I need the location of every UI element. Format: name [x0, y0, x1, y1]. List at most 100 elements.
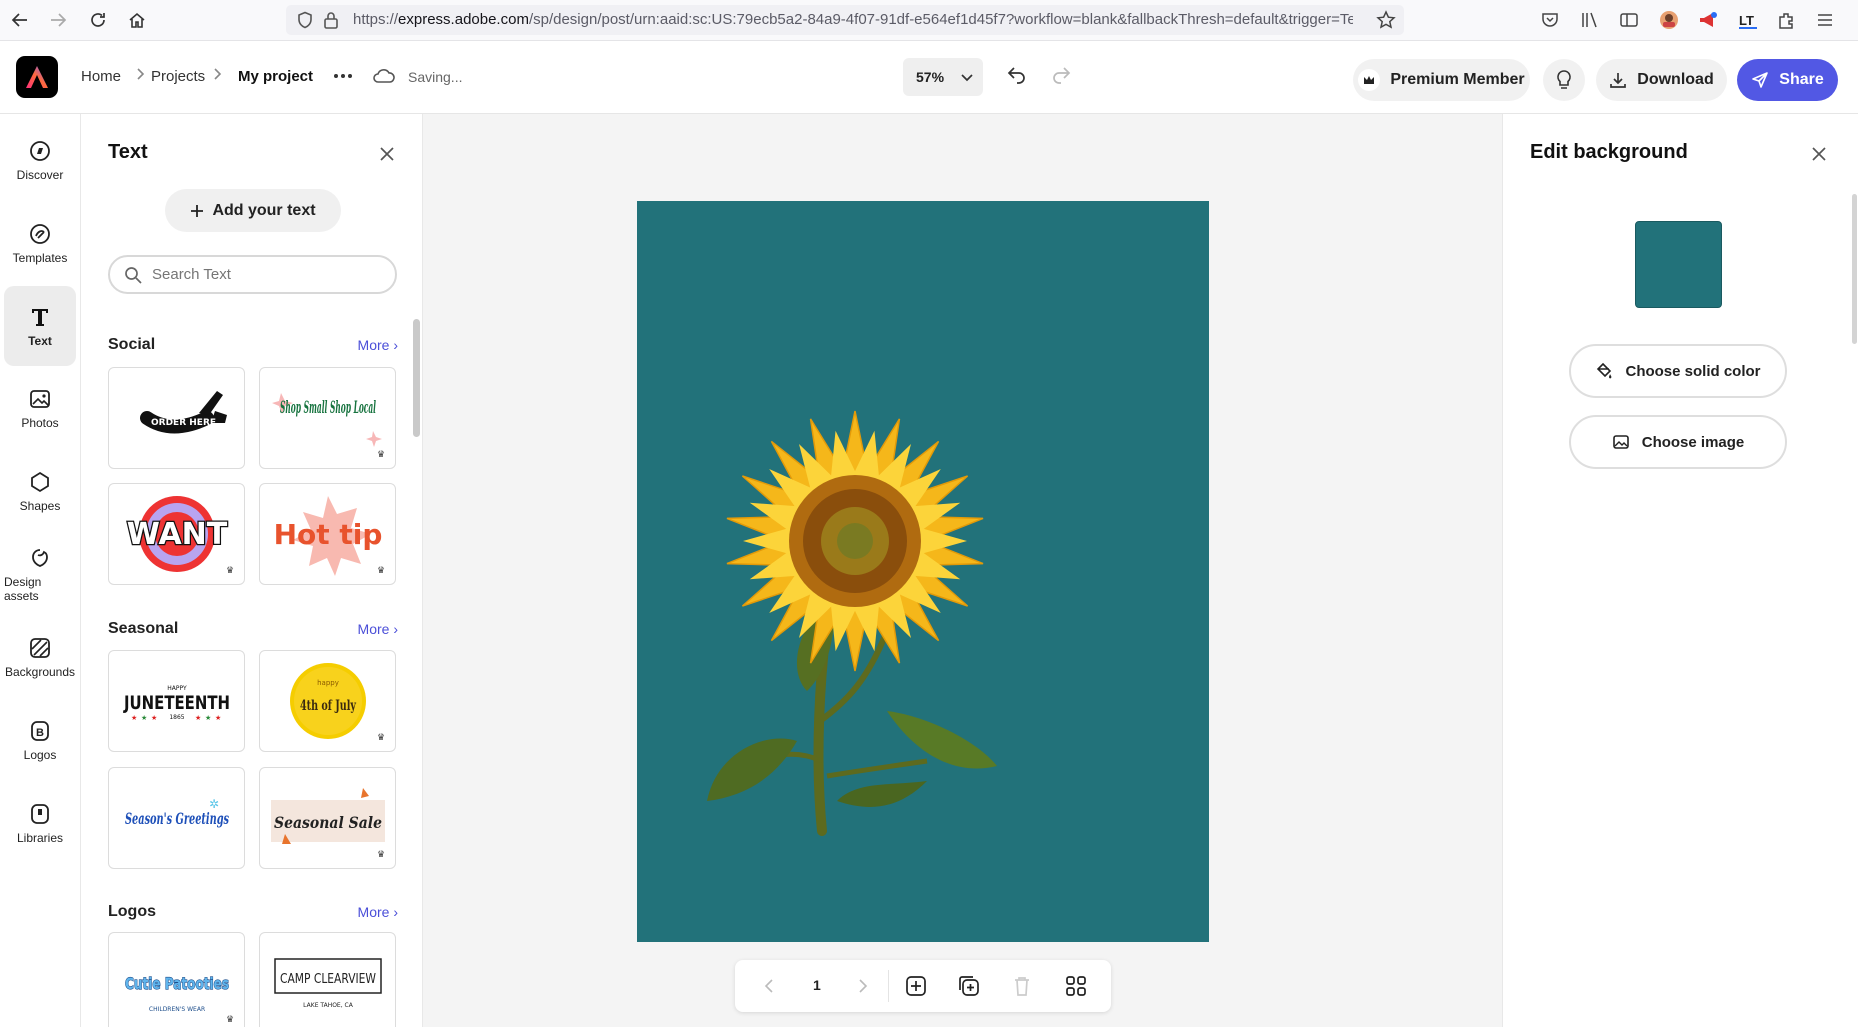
- rail-label: Text: [28, 333, 52, 348]
- panel-scrollbar[interactable]: [413, 319, 420, 437]
- text-style-tile[interactable]: WANT ♛: [108, 483, 245, 585]
- languagetool-icon[interactable]: LT: [1737, 9, 1759, 31]
- add-text-button[interactable]: Add your text: [165, 189, 341, 232]
- choose-solid-color-button[interactable]: Choose solid color: [1569, 344, 1787, 398]
- right-panel-title: Edit background: [1530, 141, 1688, 163]
- chevron-right-icon: [133, 66, 147, 82]
- sunflower-image[interactable]: [637, 201, 1209, 942]
- delete-page-icon[interactable]: [1012, 975, 1032, 997]
- lightbulb-button[interactable]: [1543, 59, 1585, 101]
- tile-text: CAMP CLEARVIEW: [280, 972, 376, 987]
- megaphone-icon[interactable]: [1697, 9, 1719, 31]
- undo-icon[interactable]: [1006, 65, 1028, 87]
- sidebar-toggle-icon[interactable]: [1619, 10, 1639, 30]
- image-label: Choose image: [1641, 433, 1745, 451]
- more-options-icon[interactable]: [333, 66, 353, 86]
- home-icon[interactable]: [125, 8, 149, 32]
- rail-item-photos[interactable]: Photos: [4, 370, 76, 446]
- lightbulb-icon: [1555, 69, 1573, 91]
- svg-text:B: B: [36, 727, 44, 739]
- more-link-social[interactable]: More ›: [358, 337, 398, 353]
- page-number[interactable]: 1: [813, 977, 821, 993]
- svg-text:★: ★: [141, 714, 147, 722]
- close-right-panel-icon[interactable]: [1811, 146, 1827, 162]
- share-button[interactable]: Share: [1737, 59, 1838, 101]
- url-text[interactable]: https://express.adobe.com/sp/design/post…: [353, 11, 1353, 29]
- pocket-icon[interactable]: [1540, 10, 1560, 30]
- text-style-tile[interactable]: Shop Small Shop Local ♛: [259, 367, 396, 469]
- paint-bucket-icon: [1595, 362, 1613, 380]
- text-icon: [28, 305, 52, 329]
- rail-label: Photos: [21, 415, 59, 430]
- search-input[interactable]: [152, 266, 372, 283]
- breadcrumb-projects[interactable]: Projects: [151, 68, 205, 85]
- project-title[interactable]: My project: [238, 68, 313, 85]
- bookmark-star-icon[interactable]: [1376, 10, 1396, 30]
- shield-icon[interactable]: [296, 11, 314, 29]
- text-style-tile[interactable]: happy 4th of July ♛: [259, 650, 396, 752]
- adobe-express-logo[interactable]: [16, 56, 58, 98]
- section-title-social: Social: [108, 336, 156, 353]
- lock-icon[interactable]: [323, 11, 339, 29]
- tile-text: WANT: [126, 517, 227, 552]
- rail-label: Backgrounds: [4, 664, 76, 679]
- rail-item-text[interactable]: Text: [4, 286, 76, 366]
- svg-text:LT: LT: [1739, 13, 1754, 28]
- background-color-swatch[interactable]: [1635, 221, 1722, 308]
- rail-label: Libraries: [16, 830, 64, 845]
- rail-item-logos[interactable]: B Logos: [4, 702, 76, 778]
- tile-text: Shop Small Shop Local: [280, 398, 376, 418]
- tile-text: JUNETEENTH: [122, 692, 230, 714]
- premium-crown-icon: ♛: [373, 446, 389, 462]
- more-link-logos[interactable]: More ›: [358, 904, 398, 920]
- duplicate-page-icon[interactable]: [958, 975, 980, 997]
- rail-label: Design assets: [4, 574, 42, 603]
- text-style-tile[interactable]: CAMP CLEARVIEW LAKE TAHOE, CA: [259, 932, 396, 1027]
- design-artboard[interactable]: [637, 201, 1209, 942]
- text-style-tile[interactable]: HAPPY JUNETEENTH 1865 ★ ★ ★ ★ ★ ★: [108, 650, 245, 752]
- reload-icon[interactable]: [86, 8, 110, 32]
- svg-text:★: ★: [215, 714, 221, 722]
- right-scrollbar[interactable]: [1852, 194, 1857, 344]
- rail-item-libraries[interactable]: Libraries: [4, 785, 76, 861]
- extensions-puzzle-icon[interactable]: [1776, 10, 1796, 30]
- rail-item-templates[interactable]: Templates: [4, 205, 76, 281]
- rail-item-design-assets[interactable]: Design assets: [4, 536, 76, 612]
- next-page-icon[interactable]: [857, 978, 869, 994]
- forward-arrow-icon[interactable]: [46, 8, 70, 32]
- choose-image-button[interactable]: Choose image: [1569, 415, 1787, 469]
- tile-text: Cutie Patooties: [125, 974, 229, 993]
- search-field[interactable]: [108, 255, 397, 294]
- text-style-tile[interactable]: Seasonal Sale ♛: [259, 767, 396, 869]
- download-button[interactable]: Download: [1596, 59, 1727, 101]
- page-navigator: 1: [735, 960, 1111, 1012]
- text-style-tile[interactable]: Season's Greetings ✲: [108, 767, 245, 869]
- rail-item-discover[interactable]: Discover: [4, 122, 76, 198]
- rail-label: Shapes: [19, 498, 61, 513]
- more-link-seasonal[interactable]: More ›: [358, 621, 398, 637]
- section-title-seasonal: Seasonal: [108, 620, 179, 637]
- rail-item-shapes[interactable]: Shapes: [4, 453, 76, 529]
- rail-item-backgrounds[interactable]: Backgrounds: [4, 619, 76, 695]
- redo-icon[interactable]: [1050, 65, 1072, 87]
- tile-text: CHILDREN'S WEAR: [148, 1006, 204, 1013]
- close-panel-icon[interactable]: [379, 146, 395, 162]
- extension-avatar-icon[interactable]: [1658, 9, 1680, 31]
- tile-text: Seasonal Sale: [274, 813, 382, 832]
- grid-view-icon[interactable]: [1065, 975, 1087, 997]
- divider: [888, 970, 889, 1002]
- address-bar[interactable]: https://express.adobe.com/sp/design/post…: [286, 5, 1404, 35]
- text-style-tile[interactable]: Cutie Patooties CHILDREN'S WEAR ♛: [108, 932, 245, 1027]
- text-style-tile[interactable]: ORDER HERE: [108, 367, 245, 469]
- solid-color-label: Choose solid color: [1625, 362, 1761, 380]
- back-arrow-icon[interactable]: [8, 8, 32, 32]
- breadcrumb-home[interactable]: Home: [81, 68, 121, 85]
- add-page-icon[interactable]: [905, 975, 927, 997]
- left-rail: Discover Templates Text Photos Shapes De…: [0, 114, 81, 1027]
- menu-hamburger-icon[interactable]: [1815, 10, 1835, 30]
- prev-page-icon[interactable]: [763, 978, 775, 994]
- library-icon[interactable]: [1580, 10, 1600, 30]
- zoom-select[interactable]: 57%: [903, 58, 983, 96]
- premium-member-badge[interactable]: Premium Member: [1353, 59, 1530, 101]
- text-style-tile[interactable]: Hot tip ♛: [259, 483, 396, 585]
